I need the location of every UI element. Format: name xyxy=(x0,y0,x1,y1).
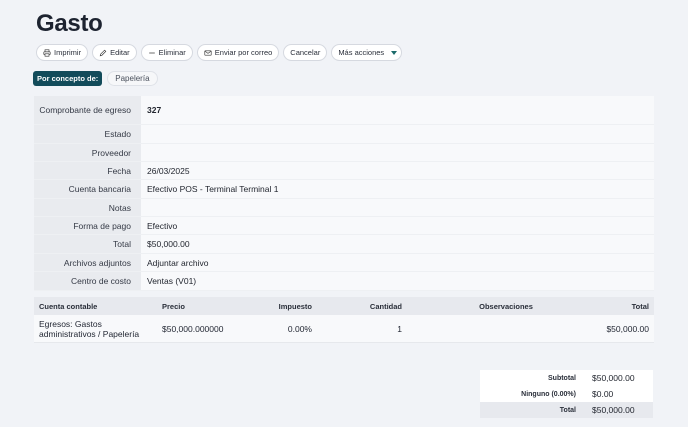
concept-value-chip: Papelería xyxy=(107,71,158,86)
detail-row-archivos: Archivos adjuntos Adjuntar archivo xyxy=(34,254,654,272)
estado-value xyxy=(141,125,654,143)
detail-row-notas: Notas xyxy=(34,199,654,217)
cell-impuesto: 0.00% xyxy=(287,323,312,334)
proveedor-label: Proveedor xyxy=(34,144,141,161)
cell-total: $50,000.00 xyxy=(606,323,649,334)
table-row: Egresos: Gastos administrativos / Papele… xyxy=(34,315,654,343)
detail-row-forma-pago: Forma de pago Efectivo xyxy=(34,217,654,235)
cuenta-value: Efectivo POS - Terminal Terminal 1 xyxy=(141,180,654,198)
cell-precio: $50,000.000000 xyxy=(162,323,224,334)
detail-row-total: Total $50,000.00 xyxy=(34,235,654,254)
comprobante-value: 327 xyxy=(141,96,654,124)
cell-cantidad: 1 xyxy=(397,323,402,334)
more-actions-label: Más acciones xyxy=(338,48,385,57)
notas-label: Notas xyxy=(34,199,141,216)
cell-cuenta: Egresos: Gastos administrativos / Papele… xyxy=(39,318,140,339)
tax-label: Ninguno (0.00%) xyxy=(521,390,576,398)
print-button[interactable]: Imprimir xyxy=(36,44,89,61)
col-header-impuesto: Impuesto xyxy=(278,301,312,311)
detail-row-comprobante: Comprobante de egreso 327 xyxy=(34,96,654,125)
items-table-header: Cuenta contable Precio Impuesto Cantidad… xyxy=(34,297,654,315)
grand-total-label: Total xyxy=(559,406,576,414)
items-table: Cuenta contable Precio Impuesto Cantidad… xyxy=(34,297,654,343)
detail-row-proveedor: Proveedor xyxy=(34,144,654,162)
totals-summary: Subtotal $50,000.00 Ninguno (0.00%) $0.0… xyxy=(480,370,653,418)
pencil-icon xyxy=(99,49,107,56)
detail-row-estado: Estado xyxy=(34,125,654,144)
minus-icon xyxy=(148,52,155,53)
cuenta-label: Cuenta bancaria xyxy=(34,180,141,198)
archivos-label: Archivos adjuntos xyxy=(34,254,141,271)
centro-label: Centro de costo xyxy=(34,272,141,290)
subtotal-row: Subtotal $50,000.00 xyxy=(480,370,653,386)
concept-row: Por concepto de: Papelería xyxy=(33,71,158,86)
cancel-label: Cancelar xyxy=(290,48,321,57)
tax-row: Ninguno (0.00%) $0.00 xyxy=(480,386,653,402)
delete-label: Eliminar xyxy=(158,48,186,57)
comprobante-label: Comprobante de egreso xyxy=(34,96,141,124)
subtotal-label: Subtotal xyxy=(548,374,576,382)
envelope-icon xyxy=(204,49,212,56)
more-actions-dropdown[interactable]: Más acciones xyxy=(331,44,403,61)
grand-total-value: $50,000.00 xyxy=(592,405,635,415)
col-header-cantidad: Cantidad xyxy=(369,301,402,311)
fecha-label: Fecha xyxy=(34,162,141,179)
col-header-observaciones: Observaciones xyxy=(479,301,533,311)
notas-value xyxy=(141,199,654,216)
proveedor-value xyxy=(141,144,654,161)
email-button[interactable]: Enviar por correo xyxy=(196,44,280,61)
forma-label: Forma de pago xyxy=(34,217,141,234)
detail-row-fecha: Fecha 26/03/2025 xyxy=(34,162,654,180)
email-label: Enviar por correo xyxy=(214,48,273,57)
action-toolbar: Imprimir Editar Eliminar Enviar por corr… xyxy=(36,44,403,61)
fecha-value: 26/03/2025 xyxy=(141,162,654,179)
forma-value: Efectivo xyxy=(141,217,654,234)
subtotal-value: $50,000.00 xyxy=(592,373,635,383)
print-label: Imprimir xyxy=(54,48,82,57)
expense-details: Comprobante de egreso 327 Estado Proveed… xyxy=(34,96,654,291)
centro-value: Ventas (V01) xyxy=(141,272,654,290)
detail-row-centro-costo: Centro de costo Ventas (V01) xyxy=(34,272,654,291)
col-header-total: Total xyxy=(631,301,649,311)
edit-label: Editar xyxy=(110,48,130,57)
edit-button[interactable]: Editar xyxy=(92,44,137,61)
printer-icon xyxy=(43,48,51,57)
chevron-down-icon xyxy=(391,50,398,55)
grand-total-row: Total $50,000.00 xyxy=(480,402,653,418)
total-value: $50,000.00 xyxy=(141,235,654,253)
detail-row-cuenta-bancaria: Cuenta bancaria Efectivo POS - Terminal … xyxy=(34,180,654,199)
cancel-button[interactable]: Cancelar xyxy=(283,44,328,61)
tax-value: $0.00 xyxy=(592,389,614,399)
estado-label: Estado xyxy=(34,125,141,143)
col-header-cuenta: Cuenta contable xyxy=(39,301,98,311)
delete-button[interactable]: Eliminar xyxy=(140,44,193,61)
col-header-precio: Precio xyxy=(162,301,185,311)
total-label: Total xyxy=(34,235,141,253)
concept-label: Por concepto de: xyxy=(33,71,103,86)
page-title: Gasto xyxy=(36,10,103,37)
attach-file-link[interactable]: Adjuntar archivo xyxy=(141,254,654,271)
